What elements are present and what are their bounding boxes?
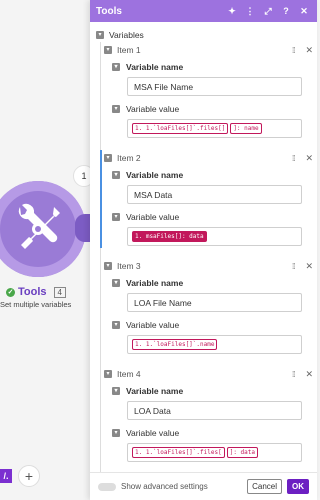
collapse-icon[interactable]: ▾ (96, 31, 104, 39)
item-header[interactable]: ▾ Item 2 ⁞⁞ ✕ (104, 150, 313, 166)
make-logo-icon[interactable]: /. (0, 469, 12, 483)
field-label-row: ▾ Variable value (112, 212, 312, 222)
remove-item-icon[interactable]: ✕ (305, 153, 313, 164)
remove-item-icon[interactable]: ✕ (305, 369, 313, 380)
item-label: Item 4 (117, 369, 141, 379)
field-label-row: ▾ Variable name (112, 278, 312, 288)
collapse-icon[interactable]: ▾ (112, 213, 120, 221)
ok-button[interactable]: OK (287, 479, 309, 494)
variable-value-label: Variable value (126, 104, 180, 114)
more-vertical-icon[interactable]: ⋮ (243, 6, 257, 17)
variables-label: Variables (109, 30, 144, 40)
mapping-pill[interactable]: 1. 1.`loaFiles[]`.name (132, 339, 218, 350)
variable-name-input[interactable]: MSA File Name (127, 77, 302, 96)
drag-handle-icon[interactable]: ⁞⁞ (292, 370, 296, 379)
field-label-row: ▾ Variable name (112, 386, 312, 396)
variable-item: ▾ Item 1 ⁞⁞ ✕ ▾ Variable name MSA File N… (104, 42, 313, 138)
variable-name-input[interactable]: LOA File Name (127, 293, 302, 312)
mapping-pill[interactable]: 1. 1.`loaFiles[]`.files[ (132, 447, 225, 458)
variable-name-field: ▾ Variable name LOA File Name (112, 278, 312, 312)
tools-settings-panel: Tools ✦ ⋮ ⤢ ? ✕ ▾ Variables ▾ Item 1 ⁞⁞ … (90, 0, 317, 500)
module-name: Tools (18, 286, 47, 298)
collapse-icon[interactable]: ▾ (112, 279, 120, 287)
variable-value-input[interactable]: 1. 1.`loaFiles[]`.files[ ]: data (127, 443, 302, 462)
variable-value-field: ▾ Variable value 1. 1.`loaFiles[]`.files… (112, 428, 312, 462)
tree-line (100, 42, 101, 472)
collapse-icon[interactable]: ▾ (104, 154, 112, 162)
mapping-pill[interactable]: 1. msaFiles[]: data (132, 231, 207, 242)
variable-name-input[interactable]: LOA Data (127, 401, 302, 420)
drag-handle-icon[interactable]: ⁞⁞ (292, 262, 296, 271)
collapse-icon[interactable]: ▾ (112, 63, 120, 71)
variable-value-label: Variable value (126, 428, 180, 438)
check-icon: ✓ (6, 287, 15, 297)
variables-section[interactable]: ▾ Variables (96, 30, 144, 40)
item-label: Item 3 (117, 261, 141, 271)
variable-name-label: Variable name (126, 170, 184, 180)
item-label: Item 1 (117, 45, 141, 55)
variable-name-input[interactable]: MSA Data (127, 185, 302, 204)
cancel-button[interactable]: Cancel (247, 479, 282, 494)
variable-name-field: ▾ Variable name LOA Data (112, 386, 312, 420)
variable-name-label: Variable name (126, 278, 184, 288)
panel-title: Tools (96, 5, 122, 17)
collapse-icon[interactable]: ▾ (112, 105, 120, 113)
tools-module[interactable] (0, 181, 86, 277)
close-icon[interactable]: ✕ (297, 6, 311, 17)
advanced-settings-label: Show advanced settings (121, 482, 208, 491)
variable-item: ▾ Item 2 ⁞⁞ ✕ ▾ Variable name MSA Data ▾… (100, 150, 313, 248)
field-label-row: ▾ Variable name (112, 62, 312, 72)
variable-value-input[interactable]: 1. 1.`loaFiles[]`.files[] ]: name (127, 119, 302, 138)
wrench-screwdriver-icon (18, 203, 60, 249)
mapping-pill[interactable]: ]: name (230, 123, 262, 134)
collapse-icon[interactable]: ▾ (112, 321, 120, 329)
variable-item: ▾ Item 4 ⁞⁞ ✕ ▾ Variable name LOA Data ▾… (104, 366, 313, 462)
item-label: Item 2 (117, 153, 141, 163)
variable-value-input[interactable]: 1. msaFiles[]: data (127, 227, 302, 246)
drag-handle-icon[interactable]: ⁞⁞ (292, 46, 296, 55)
advanced-settings-toggle[interactable] (98, 482, 116, 491)
variable-value-field: ▾ Variable value 1. 1.`loaFiles[]`.name (112, 320, 312, 354)
variable-value-field: ▾ Variable value 1. 1.`loaFiles[]`.files… (112, 104, 312, 138)
module-subtitle: Set multiple variables (0, 300, 72, 309)
drag-handle-icon[interactable]: ⁞⁞ (292, 154, 296, 163)
remove-item-icon[interactable]: ✕ (305, 261, 313, 272)
variable-value-label: Variable value (126, 320, 180, 330)
help-icon[interactable]: ? (279, 6, 293, 16)
collapse-icon[interactable]: ▾ (112, 387, 120, 395)
collapse-icon[interactable]: ▾ (112, 171, 120, 179)
item-header[interactable]: ▾ Item 3 ⁞⁞ ✕ (104, 258, 313, 274)
panel-body[interactable]: ▾ Variables ▾ Item 1 ⁞⁞ ✕ ▾ Variable nam… (90, 22, 317, 472)
variable-value-input[interactable]: 1. 1.`loaFiles[]`.name (127, 335, 302, 354)
variable-name-field: ▾ Variable name MSA Data (112, 170, 312, 204)
item-header[interactable]: ▾ Item 4 ⁞⁞ ✕ (104, 366, 313, 382)
variable-value-label: Variable value (126, 212, 180, 222)
variable-name-label: Variable name (126, 62, 184, 72)
remove-item-icon[interactable]: ✕ (305, 45, 313, 56)
field-label-row: ▾ Variable value (112, 320, 312, 330)
item-header[interactable]: ▾ Item 1 ⁞⁞ ✕ (104, 42, 313, 58)
mapping-pill[interactable]: ]: data (226, 447, 258, 458)
module-count: 4 (53, 286, 66, 298)
panel-header: Tools ✦ ⋮ ⤢ ? ✕ (90, 0, 317, 22)
variable-value-field: ▾ Variable value 1. msaFiles[]: data (112, 212, 312, 246)
collapse-icon[interactable]: ▾ (104, 370, 112, 378)
variable-name-field: ▾ Variable name MSA File Name (112, 62, 312, 96)
sparkle-icon[interactable]: ✦ (225, 6, 239, 17)
add-module-button[interactable]: + (18, 465, 40, 487)
variable-name-label: Variable name (126, 386, 184, 396)
variable-item: ▾ Item 3 ⁞⁞ ✕ ▾ Variable name LOA File N… (104, 258, 313, 354)
field-label-row: ▾ Variable value (112, 428, 312, 438)
field-label-row: ▾ Variable value (112, 104, 312, 114)
collapse-icon[interactable]: ▾ (112, 429, 120, 437)
module-title: ✓ Tools 4 (6, 286, 66, 298)
panel-footer: Show advanced settings Cancel OK (90, 472, 317, 500)
canvas-toolbar: /. + (0, 464, 48, 488)
collapse-icon[interactable]: ▾ (104, 46, 112, 54)
expand-icon[interactable]: ⤢ (261, 6, 275, 17)
field-label-row: ▾ Variable name (112, 170, 312, 180)
mapping-pill[interactable]: 1. 1.`loaFiles[]`.files[] (132, 123, 229, 134)
collapse-icon[interactable]: ▾ (104, 262, 112, 270)
